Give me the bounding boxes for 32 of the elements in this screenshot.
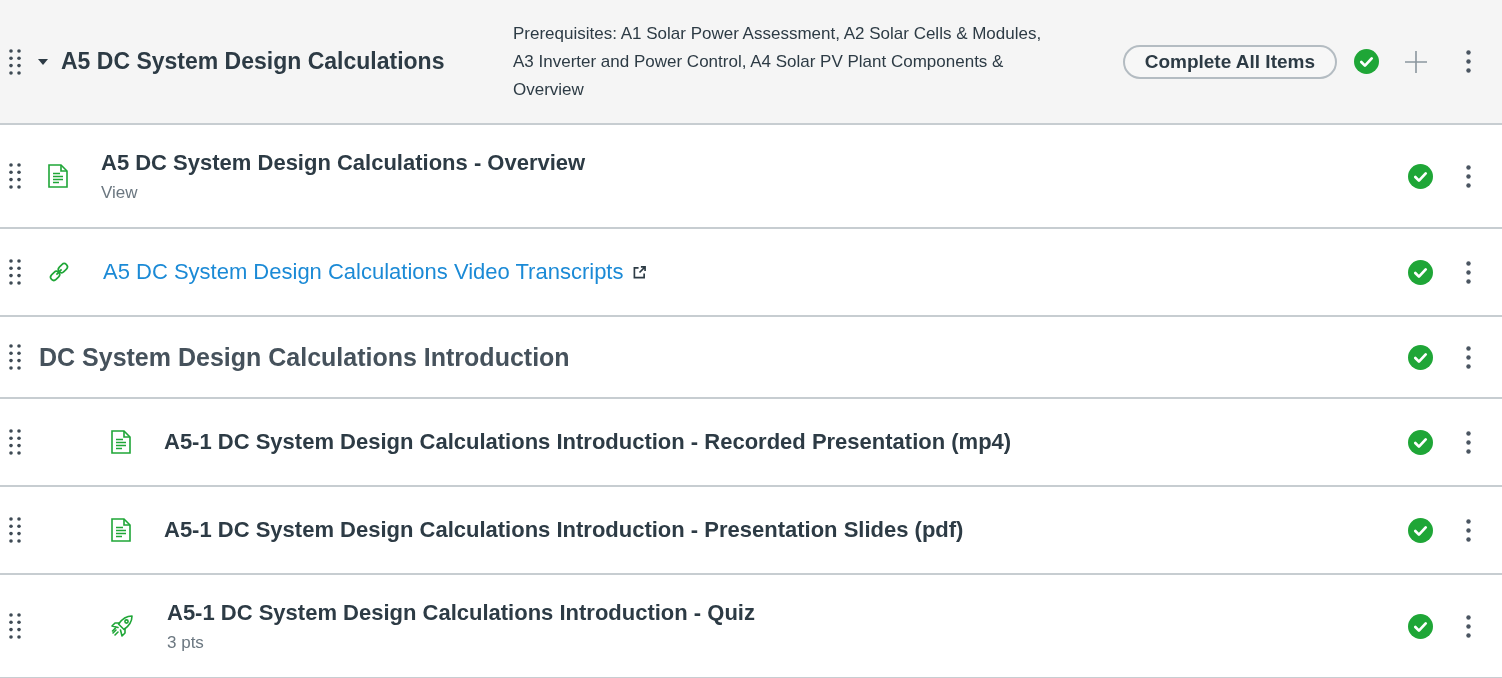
caret-icon[interactable] <box>38 56 48 67</box>
more-options-icon[interactable] <box>1466 518 1471 542</box>
document-icon <box>111 430 131 454</box>
complete-all-items-button[interactable]: Complete All Items <box>1122 44 1337 79</box>
item-title-link[interactable]: A5 DC System Design Calculations - Overview <box>101 147 586 178</box>
module-title: A5 DC System Design Calculations <box>61 48 445 75</box>
more-options-icon[interactable] <box>1466 430 1471 454</box>
drag-handle-icon[interactable] <box>9 429 21 455</box>
item-meta-text: View <box>101 181 138 204</box>
item-title-link[interactable]: A5-1 DC System Design Calculations Introduction - Recorded Presentation (mp4) <box>164 427 1012 457</box>
drag-handle-icon[interactable] <box>9 344 21 370</box>
drag-handle-icon[interactable] <box>9 613 21 639</box>
item-meta-text: 3 pts <box>167 631 204 654</box>
more-options-icon[interactable] <box>1466 345 1471 369</box>
external-link[interactable]: A5 DC System Design Calculations Video Transcripts <box>103 257 624 287</box>
chain-link-icon <box>48 261 70 283</box>
rocket-icon <box>110 614 134 638</box>
more-options-icon[interactable] <box>1466 50 1471 73</box>
prerequisites-text: Prerequisites: A1 Solar Power Assessment, A2 Solar Cells & Modules, A3 Inverter and Power Control, A4 Solar PV Plant Components & Overview <box>513 22 1043 101</box>
item-title-link[interactable]: A5-1 DC System Design Calculations Introduction - Presentation Slides (pdf) <box>164 515 964 545</box>
item-title-link[interactable]: A5-1 DC System Design Calculations Introduction - Quiz <box>167 597 755 628</box>
drag-handle-icon[interactable] <box>9 259 21 285</box>
drag-handle-icon[interactable] <box>9 163 21 189</box>
subheader-title: DC System Design Calculations Introduction <box>39 342 570 372</box>
drag-handle-icon[interactable] <box>9 48 21 75</box>
more-options-icon[interactable] <box>1466 614 1471 638</box>
document-icon <box>111 518 131 542</box>
more-options-icon[interactable] <box>1466 164 1471 188</box>
more-options-icon[interactable] <box>1466 260 1471 284</box>
external-link-icon <box>633 265 647 279</box>
drag-handle-icon[interactable] <box>9 517 21 543</box>
document-icon <box>48 164 68 188</box>
